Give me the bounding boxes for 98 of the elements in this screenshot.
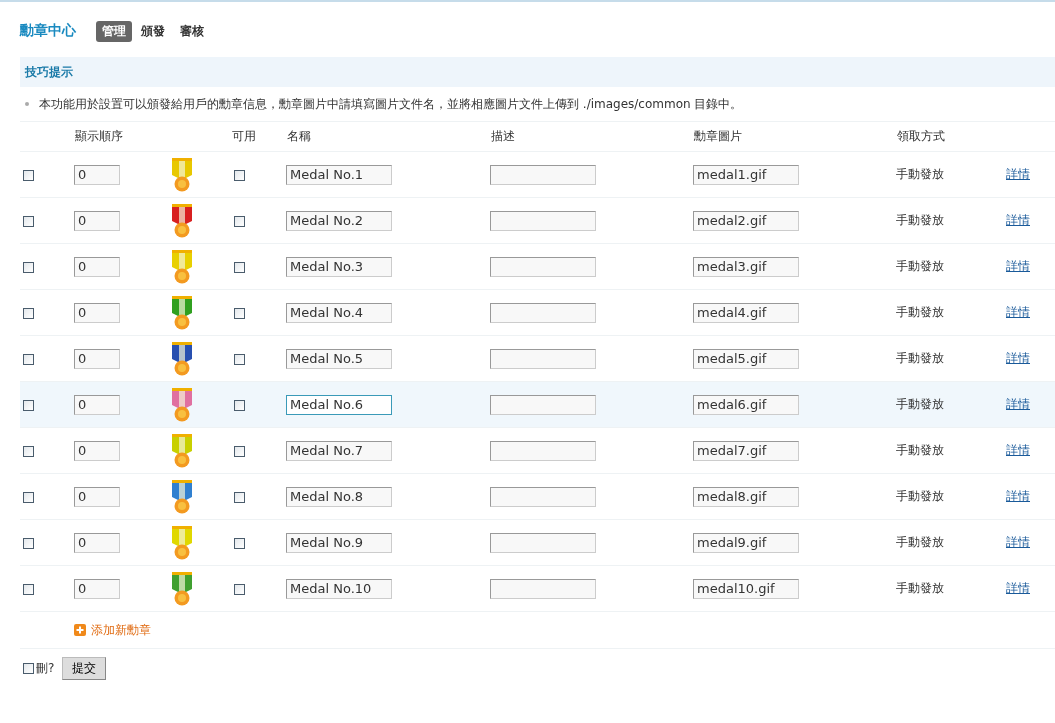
image-field[interactable]: medal6.gif bbox=[693, 394, 799, 415]
table-cell: 手動發放 bbox=[896, 151, 1006, 198]
description-field[interactable] bbox=[490, 348, 596, 369]
enabled-checkbox[interactable] bbox=[234, 491, 245, 503]
plus-icon bbox=[74, 624, 86, 636]
name-field[interactable]: Medal No.7 bbox=[286, 440, 392, 461]
tab[interactable]: 頒發 bbox=[135, 20, 171, 42]
description-field[interactable] bbox=[490, 256, 596, 277]
image-field[interactable]: medal5.gif bbox=[693, 348, 799, 369]
row-checkbox[interactable] bbox=[23, 399, 34, 411]
column-header: 描述 bbox=[490, 122, 693, 152]
image-field[interactable]: medal2.gif bbox=[693, 210, 799, 231]
delete-checkbox[interactable] bbox=[23, 663, 34, 674]
description-field[interactable] bbox=[490, 486, 596, 507]
column-header: 勳章圖片 bbox=[693, 122, 896, 152]
delete-label: 刪? bbox=[36, 660, 55, 677]
name-field[interactable]: Medal No.8 bbox=[286, 486, 392, 507]
order-field[interactable]: 0 bbox=[74, 578, 120, 599]
table-cell: 手動發放 bbox=[896, 243, 1006, 290]
enabled-checkbox[interactable] bbox=[234, 537, 245, 549]
image-field[interactable]: medal9.gif bbox=[693, 532, 799, 553]
row-checkbox[interactable] bbox=[23, 353, 34, 365]
description-field[interactable] bbox=[490, 578, 596, 599]
enabled-checkbox[interactable] bbox=[234, 215, 245, 227]
add-medal-link[interactable]: 添加新勳章 bbox=[91, 621, 151, 639]
details-link[interactable]: 詳情 bbox=[1006, 489, 1030, 503]
enabled-checkbox[interactable] bbox=[234, 261, 245, 273]
row-checkbox[interactable] bbox=[23, 491, 34, 503]
tab[interactable]: 審核 bbox=[174, 20, 210, 42]
details-link[interactable]: 詳情 bbox=[1006, 535, 1030, 549]
name-field[interactable]: Medal No.4 bbox=[286, 302, 392, 323]
name-field[interactable]: Medal No.1 bbox=[286, 164, 392, 185]
description-field[interactable] bbox=[490, 532, 596, 553]
description-field[interactable] bbox=[490, 210, 596, 231]
bullet-icon bbox=[25, 102, 29, 106]
details-link[interactable]: 詳情 bbox=[1006, 167, 1030, 181]
row-checkbox[interactable] bbox=[23, 583, 34, 595]
order-field[interactable]: 0 bbox=[74, 486, 120, 507]
row-checkbox[interactable] bbox=[23, 261, 34, 273]
image-field[interactable]: medal10.gif bbox=[693, 578, 799, 599]
name-field[interactable]: Medal No.5 bbox=[286, 348, 392, 369]
name-field[interactable]: Medal No.6 bbox=[286, 394, 392, 415]
enabled-checkbox[interactable] bbox=[234, 169, 245, 181]
details-link[interactable]: 詳情 bbox=[1006, 443, 1030, 457]
table-cell: 手動發放 bbox=[896, 381, 1006, 428]
details-link[interactable]: 詳情 bbox=[1006, 259, 1030, 273]
order-field[interactable]: 0 bbox=[74, 302, 120, 323]
order-field[interactable]: 0 bbox=[74, 532, 120, 553]
enabled-checkbox[interactable] bbox=[234, 583, 245, 595]
column-header: 領取方式 bbox=[896, 122, 1006, 152]
details-link[interactable]: 詳情 bbox=[1006, 213, 1030, 227]
enabled-checkbox[interactable] bbox=[234, 307, 245, 319]
image-field[interactable]: medal7.gif bbox=[693, 440, 799, 461]
image-field[interactable]: medal8.gif bbox=[693, 486, 799, 507]
table-cell: 手動發放 bbox=[896, 473, 1006, 520]
order-field[interactable]: 0 bbox=[74, 210, 120, 231]
description-field[interactable] bbox=[490, 440, 596, 461]
name-field[interactable]: Medal No.2 bbox=[286, 210, 392, 231]
details-link[interactable]: 詳情 bbox=[1006, 581, 1030, 595]
image-field[interactable]: medal1.gif bbox=[693, 164, 799, 185]
order-field[interactable]: 0 bbox=[74, 256, 120, 277]
column-header: 名稱 bbox=[286, 122, 490, 152]
enabled-checkbox[interactable] bbox=[234, 353, 245, 365]
description-field[interactable] bbox=[490, 164, 596, 185]
row-checkbox[interactable] bbox=[23, 169, 34, 181]
tab[interactable]: 管理 bbox=[96, 20, 132, 42]
order-field[interactable]: 0 bbox=[74, 440, 120, 461]
image-field[interactable]: medal3.gif bbox=[693, 256, 799, 277]
order-field[interactable]: 0 bbox=[74, 348, 120, 369]
table-cell: 手動發放 bbox=[896, 427, 1006, 474]
enabled-checkbox[interactable] bbox=[234, 399, 245, 411]
row-checkbox[interactable] bbox=[23, 215, 34, 227]
name-field[interactable]: Medal No.9 bbox=[286, 532, 392, 553]
name-field[interactable]: Medal No.10 bbox=[286, 578, 392, 599]
column-header: 顯示順序 bbox=[74, 122, 164, 152]
details-link[interactable]: 詳情 bbox=[1006, 351, 1030, 365]
row-checkbox[interactable] bbox=[23, 537, 34, 549]
tips-title: 技巧提示 bbox=[25, 63, 73, 81]
column-header: 可用 bbox=[231, 122, 286, 152]
enabled-checkbox[interactable] bbox=[234, 445, 245, 457]
tip-text: 本功能用於設置可以頒發給用戶的勳章信息，勳章圖片中請填寫圖片文件名，並將相應圖片文件上傳到 ./images/common 目錄中。 bbox=[39, 95, 743, 113]
row-checkbox[interactable] bbox=[23, 307, 34, 319]
table-cell: 手動發放 bbox=[896, 197, 1006, 244]
row-checkbox[interactable] bbox=[23, 445, 34, 457]
table-cell: 手動發放 bbox=[896, 519, 1006, 566]
page-title: 勳章中心 bbox=[20, 22, 76, 40]
table-cell: 手動發放 bbox=[896, 335, 1006, 382]
description-field[interactable] bbox=[490, 302, 596, 323]
details-link[interactable]: 詳情 bbox=[1006, 397, 1030, 411]
submit-button[interactable]: 提交 bbox=[62, 657, 107, 680]
table-cell: 手動發放 bbox=[896, 565, 1006, 612]
details-link[interactable]: 詳情 bbox=[1006, 305, 1030, 319]
table-cell: 手動發放 bbox=[896, 289, 1006, 336]
name-field[interactable]: Medal No.3 bbox=[286, 256, 392, 277]
order-field[interactable]: 0 bbox=[74, 164, 120, 185]
image-field[interactable]: medal4.gif bbox=[693, 302, 799, 323]
order-field[interactable]: 0 bbox=[74, 394, 120, 415]
description-field[interactable] bbox=[490, 394, 596, 415]
